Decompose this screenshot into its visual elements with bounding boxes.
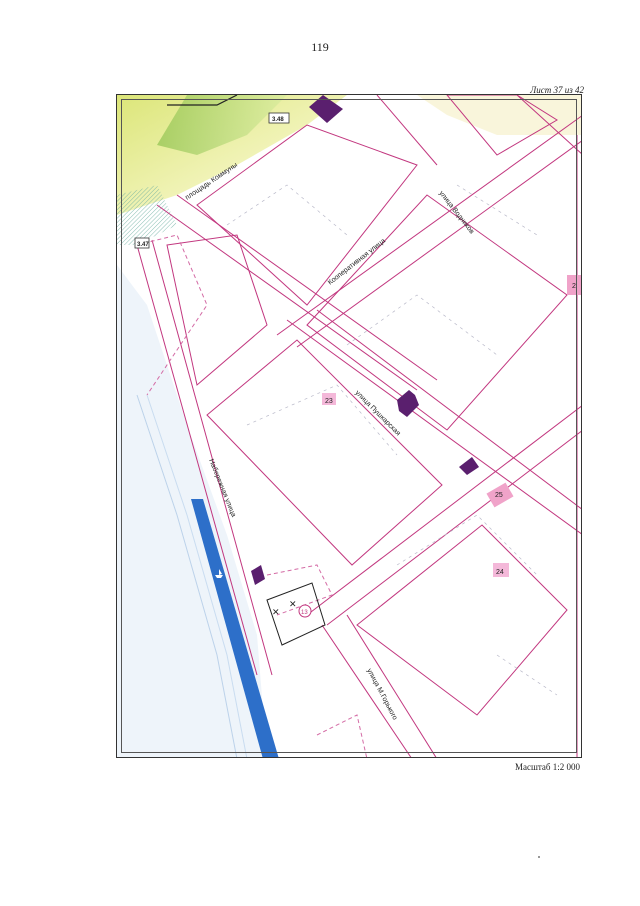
scale-label: Масштаб 1:2 000 <box>514 762 580 772</box>
marker-25: 25 <box>495 492 503 499</box>
marker-2: 2 <box>572 283 576 290</box>
street-label-pushkarskaya: улица Пушкарская <box>354 389 402 437</box>
page-number: 119 <box>311 40 329 54</box>
marker-13: 13 <box>301 610 308 616</box>
marker-24: 24 <box>496 569 504 576</box>
building-left <box>251 565 265 585</box>
fenced-area: ✕ ✕ <box>266 582 326 646</box>
marker-3-47: 3.47 <box>137 242 149 248</box>
map-frame[interactable]: ✕ ✕ площадь Коммуны улица Водников Коопе… <box>116 94 582 758</box>
map-canvas[interactable]: ✕ ✕ площадь Коммуны улица Водников Коопе… <box>117 95 582 758</box>
marker-23: 23 <box>325 398 333 405</box>
svg-text:✕: ✕ <box>272 607 280 617</box>
marker-3-48: 3.48 <box>272 117 284 123</box>
buildings <box>251 95 479 585</box>
svg-text:✕: ✕ <box>289 599 297 609</box>
scan-dot <box>538 856 540 858</box>
building-lower <box>459 457 479 475</box>
